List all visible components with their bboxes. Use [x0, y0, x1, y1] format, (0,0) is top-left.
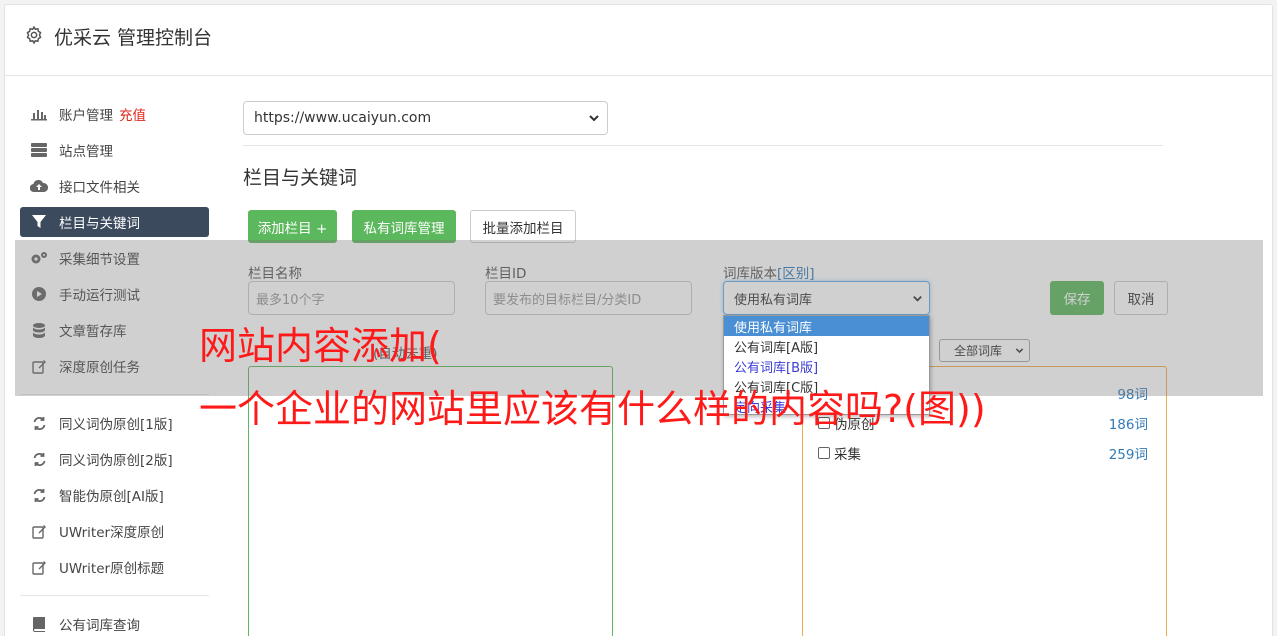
lib-list-item[interactable]: 采集 — [818, 443, 861, 463]
dropdown-option[interactable]: 公有词库[A版] — [724, 336, 929, 356]
edit-icon — [30, 559, 48, 575]
lib-count: 259词 — [1108, 447, 1148, 463]
sidebar-item-label: 智能伪原创[AI版] — [59, 489, 164, 505]
sidebar-item-interface-files[interactable]: 接口文件相关 — [20, 171, 209, 201]
sidebar-item-label: 同义词伪原创[2版] — [59, 453, 173, 469]
sidebar-item-sites[interactable]: 站点管理 — [20, 135, 209, 165]
section-divider — [243, 145, 1163, 146]
sidebar-item-synonym-v2[interactable]: 同义词伪原创[2版] — [20, 444, 209, 474]
sidebar-item-uwriter-deep[interactable]: UWriter深度原创 — [20, 516, 209, 546]
dropdown-option[interactable]: 使用私有词库 — [724, 316, 929, 336]
sidebar-item-label: 同义词伪原创[1版] — [59, 417, 173, 433]
sidebar-item-label: 栏目与关键词 — [59, 216, 140, 232]
gray-overlay-band — [15, 240, 1263, 396]
page-header: 优采云 管理控制台 — [5, 5, 1272, 76]
sidebar-item-uwriter-title[interactable]: UWriter原创标题 — [20, 552, 209, 582]
book-icon — [30, 616, 48, 632]
private-lib-button[interactable]: 私有词库管理 — [352, 210, 456, 243]
batch-add-column-button[interactable]: 批量添加栏目 — [470, 210, 576, 243]
gear-icon — [26, 25, 42, 45]
sidebar-divider — [20, 595, 209, 596]
edit-icon — [30, 523, 48, 539]
sidebar-item-public-lib-query[interactable]: 公有词库查询 — [20, 609, 209, 636]
filter-icon — [30, 214, 48, 230]
sidebar-item-account[interactable]: 账户管理 充值 — [20, 99, 209, 129]
bar-chart-icon — [30, 106, 48, 122]
sidebar-item-label: 公有词库查询 — [59, 618, 140, 634]
sidebar-item-label: 接口文件相关 — [59, 180, 140, 196]
refresh-icon — [30, 415, 48, 431]
refresh-icon — [30, 451, 48, 467]
sidebar-item-label: 站点管理 — [59, 144, 113, 160]
lib-count: 186词 — [1108, 417, 1148, 433]
page-title: 优采云 管理控制台 — [54, 27, 213, 49]
refresh-icon — [30, 487, 48, 503]
section-title: 栏目与关键词 — [243, 167, 358, 189]
add-column-button[interactable]: 添加栏目 + — [248, 210, 337, 243]
sidebar-item-label: 账户管理 — [59, 108, 113, 124]
sidebar-item-label: UWriter原创标题 — [59, 561, 165, 577]
lib-checkbox[interactable] — [818, 447, 830, 459]
chevron-down-icon — [589, 115, 599, 122]
overlay-caption-line-2: 一个企业的网站里应该有什么样的内容吗?(图)) — [199, 387, 986, 431]
recharge-link[interactable]: 充值 — [119, 104, 146, 124]
sidebar-item-label: UWriter深度原创 — [59, 525, 165, 541]
site-select-value: https://www.ucaiyun.com — [254, 110, 432, 126]
server-icon — [30, 142, 48, 158]
site-select[interactable]: https://www.ucaiyun.com — [243, 101, 608, 135]
sidebar-item-columns-keywords[interactable]: 栏目与关键词 — [20, 207, 209, 237]
sidebar-item-ai-rewrite[interactable]: 智能伪原创[AI版] — [20, 480, 209, 510]
sidebar-item-synonym-v1[interactable]: 同义词伪原创[1版] — [20, 408, 209, 438]
dropdown-option[interactable]: 公有词库[B版] — [724, 356, 929, 376]
overlay-caption-line-1: 网站内容添加( — [199, 324, 442, 368]
cloud-upload-icon — [30, 178, 48, 194]
